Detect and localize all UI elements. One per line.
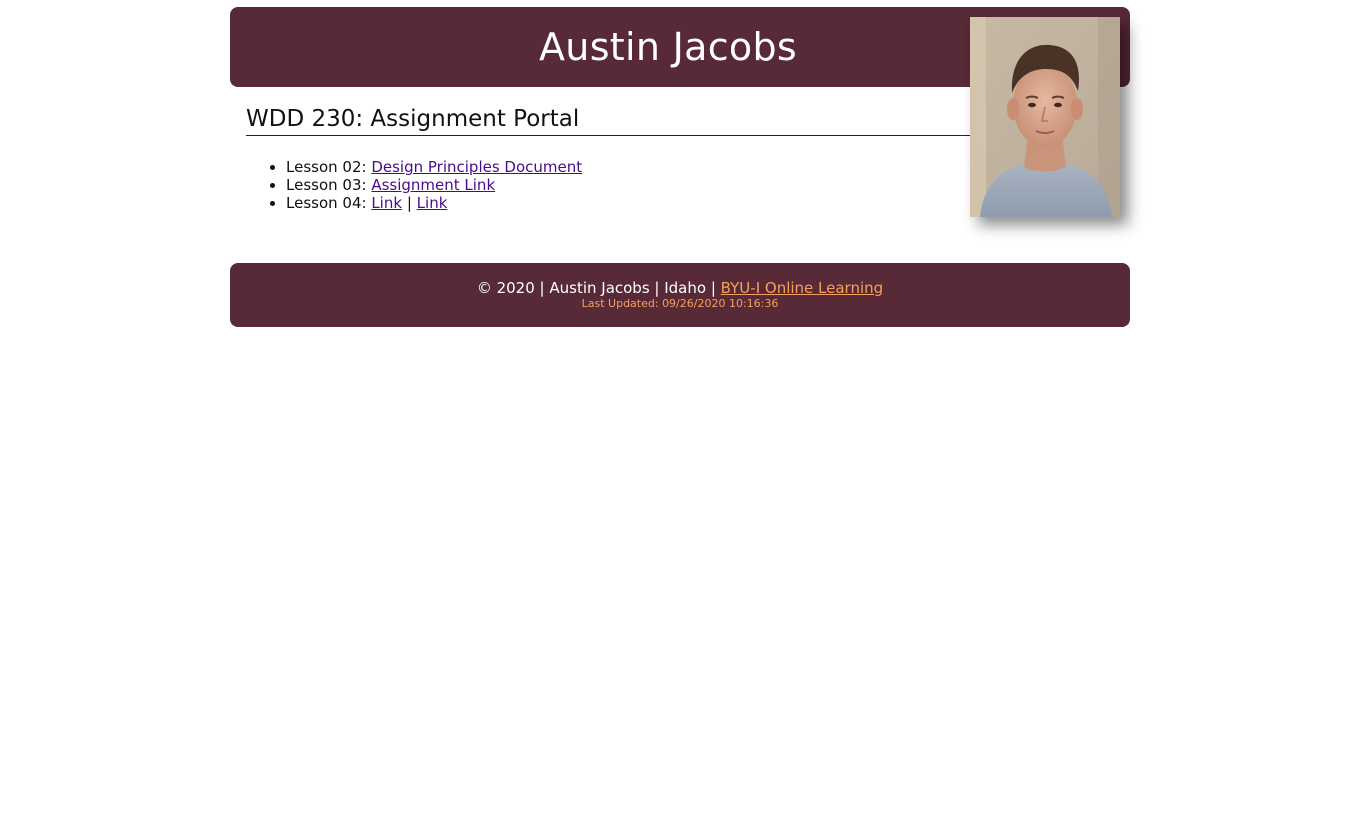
design-principles-link[interactable]: Design Principles Document xyxy=(371,158,582,176)
lesson-label: Lesson 02: xyxy=(286,158,367,176)
last-updated: Last Updated: 09/26/2020 10:16:36 xyxy=(230,297,1130,311)
assignment-link[interactable]: Assignment Link xyxy=(371,176,495,194)
lesson-04-link-2[interactable]: Link xyxy=(417,194,448,212)
lesson-label: Lesson 03: xyxy=(286,176,367,194)
page-heading: WDD 230: Assignment Portal xyxy=(246,105,970,136)
site-footer: © 2020 | Austin Jacobs | Idaho | BYU-I O… xyxy=(230,263,1130,327)
copyright-text: © 2020 | Austin Jacobs | Idaho | xyxy=(476,279,716,297)
content-wrapper: Austin Jacobs WDD 230: Assignment Portal… xyxy=(230,7,1130,327)
profile-photo-image xyxy=(970,17,1120,217)
link-separator: | xyxy=(406,194,412,212)
last-updated-value: 09/26/2020 10:16:36 xyxy=(662,297,779,310)
site-header: Austin Jacobs xyxy=(230,7,1130,217)
last-updated-label: Last Updated: xyxy=(581,297,659,310)
profile-photo xyxy=(970,17,1120,217)
page: Austin Jacobs WDD 230: Assignment Portal… xyxy=(0,0,1362,813)
byui-online-link[interactable]: BYU-I Online Learning xyxy=(721,279,884,297)
site-title: Austin Jacobs xyxy=(539,25,797,69)
footer-line: © 2020 | Austin Jacobs | Idaho | BYU-I O… xyxy=(230,279,1130,297)
lesson-label: Lesson 04: xyxy=(286,194,367,212)
lesson-04-link-1[interactable]: Link xyxy=(371,194,402,212)
